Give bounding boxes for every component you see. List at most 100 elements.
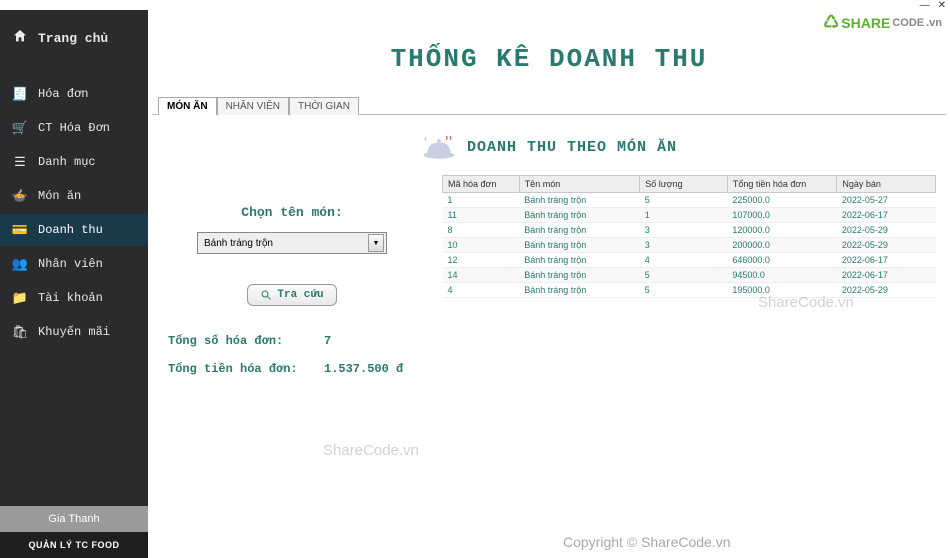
column-header[interactable]: Tổng tiền hóa đơn bbox=[727, 176, 837, 193]
table-row[interactable]: 12Bánh tráng trộn4646000.02022-06-17 bbox=[443, 253, 936, 268]
column-header[interactable]: Số lượng bbox=[640, 176, 728, 193]
brand-text-1: SHARE bbox=[841, 15, 890, 31]
table-cell: 94500.0 bbox=[727, 268, 837, 283]
window-controls: — ✕ bbox=[0, 0, 950, 10]
brand-logo: ♺ SHARECODE.vn bbox=[823, 12, 942, 33]
sidebar-home-label: Trang chủ bbox=[38, 31, 108, 46]
table-cell: 1 bbox=[443, 193, 520, 208]
summary: Tổng số hóa đơn: 7 Tổng tiền hóa đơn: 1.… bbox=[148, 306, 950, 390]
section-heading-text: DOANH THU THEO MÓN ĂN bbox=[467, 139, 677, 156]
table-cell: 3 bbox=[640, 238, 728, 253]
menu-icon: 🍲 bbox=[12, 188, 28, 204]
dish-icon bbox=[421, 133, 457, 161]
table-row[interactable]: 14Bánh tráng trộn594500.02022-06-17 bbox=[443, 268, 936, 283]
table-cell: 225000.0 bbox=[727, 193, 837, 208]
tab-2[interactable]: THỜI GIAN bbox=[289, 97, 359, 115]
table-cell: 2022-06-17 bbox=[837, 208, 936, 223]
table-cell: 3 bbox=[640, 223, 728, 238]
main-panel: ♺ SHARECODE.vn THỐNG KÊ DOANH THU MÓN ĂN… bbox=[148, 10, 950, 558]
table-row[interactable]: 1Bánh tráng trộn5225000.02022-05-27 bbox=[443, 193, 936, 208]
sidebar-item-label: Món ăn bbox=[38, 189, 81, 203]
dish-select[interactable]: Bánh tráng trộn ▼ bbox=[197, 232, 387, 254]
summary-total-value: 1.537.500 đ bbox=[324, 362, 403, 376]
menu-icon: 🛍 bbox=[12, 324, 28, 340]
table-cell: 2022-05-29 bbox=[837, 283, 936, 298]
table-cell: 12 bbox=[443, 253, 520, 268]
menu-icon: 👥 bbox=[12, 256, 28, 272]
search-button-label: Tra cứu bbox=[277, 289, 323, 301]
table-row[interactable]: 8Bánh tráng trộn3120000.02022-05-29 bbox=[443, 223, 936, 238]
table-cell: Bánh tráng trộn bbox=[519, 223, 640, 238]
recycle-icon: ♺ bbox=[823, 12, 839, 33]
watermark: Copyright © ShareCode.vn bbox=[563, 534, 731, 550]
table-cell: 11 bbox=[443, 208, 520, 223]
table-row[interactable]: 4Bánh tráng trộn5195000.02022-05-29 bbox=[443, 283, 936, 298]
summary-total-label: Tổng tiền hóa đơn: bbox=[168, 362, 308, 376]
sidebar-item-3[interactable]: 🍲 Món ăn bbox=[0, 180, 148, 212]
table-cell: 2022-05-29 bbox=[837, 223, 936, 238]
table-row[interactable]: 11Bánh tráng trộn1107000.02022-06-17 bbox=[443, 208, 936, 223]
sidebar-item-7[interactable]: 🛍 Khuyến mãi bbox=[0, 316, 148, 348]
column-header[interactable]: Mã hóa đơn bbox=[443, 176, 520, 193]
column-header[interactable]: Tên món bbox=[519, 176, 640, 193]
table-cell: Bánh tráng trộn bbox=[519, 238, 640, 253]
table-cell: 2022-05-27 bbox=[837, 193, 936, 208]
summary-count-value: 7 bbox=[324, 334, 331, 348]
table-cell: 107000.0 bbox=[727, 208, 837, 223]
table-cell: Bánh tráng trộn bbox=[519, 253, 640, 268]
sidebar-item-label: Tài khoản bbox=[38, 291, 103, 305]
sidebar-item-1[interactable]: 🛒 CT Hóa Đơn bbox=[0, 112, 148, 144]
table-row[interactable]: 10Bánh tráng trộn3200000.02022-05-29 bbox=[443, 238, 936, 253]
search-button[interactable]: Tra cứu bbox=[247, 284, 336, 306]
table-cell: 646000.0 bbox=[727, 253, 837, 268]
sidebar: Trang chủ 🧾Hóa đơn 🛒 CT Hóa Đơn ☰ Danh mục 🍲 M… bbox=[0, 10, 148, 558]
sidebar-item-label: Doanh thu bbox=[38, 223, 103, 237]
app-name: QUẢN LÝ TC FOOD bbox=[0, 532, 148, 558]
column-header[interactable]: Ngày bán bbox=[837, 176, 936, 193]
menu-icon: 📁 bbox=[12, 290, 28, 306]
sidebar-item-6[interactable]: 📁 Tài khoản bbox=[0, 282, 148, 314]
menu-icon: 🛒 bbox=[12, 120, 28, 136]
home-icon bbox=[12, 28, 28, 48]
table-cell: 2022-06-17 bbox=[837, 253, 936, 268]
menu-icon: ☰ bbox=[12, 154, 28, 170]
table-cell: 5 bbox=[640, 193, 728, 208]
tab-0[interactable]: MÓN ĂN bbox=[158, 97, 217, 115]
tab-1[interactable]: NHÂN VIÊN bbox=[217, 97, 289, 115]
tab-bar: MÓN ĂNNHÂN VIÊNTHỜI GIAN bbox=[152, 96, 946, 115]
sidebar-item-4[interactable]: 💳 Doanh thu bbox=[0, 214, 148, 246]
sidebar-item-label: Hóa đơn bbox=[38, 87, 88, 101]
brand-text-2: CODE bbox=[892, 17, 924, 29]
sidebar-item-2[interactable]: ☰ Danh mục bbox=[0, 146, 148, 178]
sidebar-item-label: CT Hóa Đơn bbox=[38, 121, 110, 135]
user-badge[interactable]: Gia Thanh bbox=[0, 506, 148, 532]
sidebar-item-0[interactable]: 🧾Hóa đơn bbox=[0, 78, 148, 110]
table-cell: 4 bbox=[443, 283, 520, 298]
brand-suffix: .vn bbox=[926, 17, 942, 29]
sidebar-item-label: Khuyến mãi bbox=[38, 325, 110, 339]
sidebar-item-label: Danh mục bbox=[38, 155, 96, 169]
filter-pane: Chọn tên món: Bánh tráng trộn ▼ Tra cứu bbox=[162, 175, 422, 306]
section-heading: DOANH THU THEO MÓN ĂN bbox=[148, 115, 950, 175]
menu-icon: 💳 bbox=[12, 222, 28, 238]
chevron-down-icon: ▼ bbox=[368, 234, 384, 252]
table-cell: Bánh tráng trộn bbox=[519, 193, 640, 208]
table-cell: 5 bbox=[640, 268, 728, 283]
table-cell: 1 bbox=[640, 208, 728, 223]
table-cell: 200000.0 bbox=[727, 238, 837, 253]
table-cell: 195000.0 bbox=[727, 283, 837, 298]
summary-count-label: Tổng số hóa đơn: bbox=[168, 334, 308, 348]
dish-select-value: Bánh tráng trộn bbox=[204, 238, 273, 249]
table-cell: 2022-05-29 bbox=[837, 238, 936, 253]
filter-label: Chọn tên món: bbox=[241, 205, 342, 220]
table-cell: 10 bbox=[443, 238, 520, 253]
table-cell: Bánh tráng trộn bbox=[519, 283, 640, 298]
table-cell: 4 bbox=[640, 253, 728, 268]
sidebar-item-5[interactable]: 👥 Nhân viên bbox=[0, 248, 148, 280]
table-cell: 5 bbox=[640, 283, 728, 298]
sidebar-home[interactable]: Trang chủ bbox=[0, 10, 148, 78]
table-cell: 14 bbox=[443, 268, 520, 283]
watermark: ShareCode.vn bbox=[323, 442, 419, 459]
table-cell: 2022-06-17 bbox=[837, 268, 936, 283]
sidebar-item-label: Nhân viên bbox=[38, 257, 103, 271]
